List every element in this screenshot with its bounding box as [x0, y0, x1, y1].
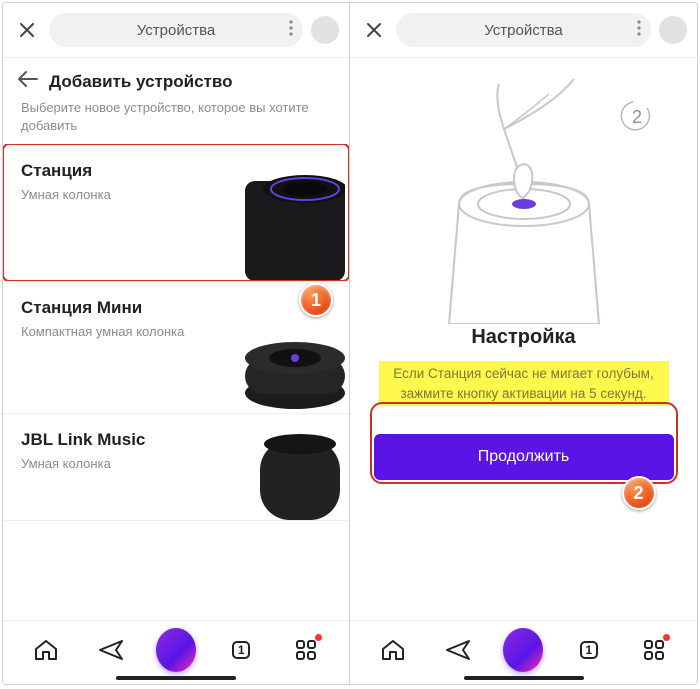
topbar: Устройства — [3, 3, 349, 57]
device-subtitle: Умная колонка — [21, 456, 145, 471]
step-badge-1: 1 — [299, 283, 333, 317]
device-subtitle: Умная колонка — [21, 187, 111, 202]
header-title: Устройства — [484, 22, 562, 39]
device-list: Станция Умная колонка 1 — [3, 144, 349, 620]
home-indicator — [464, 676, 584, 680]
header-pill[interactable]: Устройства — [396, 13, 651, 47]
device-name: Станция — [21, 161, 111, 181]
device-image — [209, 430, 349, 520]
setup-hint: Если Станция сейчас не мигает голубым, з… — [379, 361, 669, 406]
more-icon[interactable] — [637, 20, 641, 40]
device-subtitle: Компактная умная колонка — [21, 324, 184, 339]
bottom-nav: 1 — [3, 620, 349, 684]
page-instruction: Выберите новое устройство, которое вы хо… — [3, 99, 349, 144]
continue-button[interactable]: Продолжить — [374, 434, 674, 480]
bottom-nav: 1 — [350, 620, 697, 684]
avatar[interactable] — [311, 16, 339, 44]
device-card-station-mini[interactable]: Станция Мини Компактная умная колонка — [3, 281, 349, 413]
more-icon[interactable] — [289, 20, 293, 40]
page-subheader: Добавить устройство — [3, 58, 349, 99]
continue-button-highlight: Продолжить 2 — [374, 406, 674, 480]
device-image — [209, 161, 349, 281]
avatar[interactable] — [659, 16, 687, 44]
nav-apps-icon[interactable] — [634, 630, 674, 670]
nav-home-icon[interactable] — [373, 630, 413, 670]
device-image — [209, 298, 349, 413]
setup-body: 2 Настройка Если Станция сейч — [350, 58, 697, 620]
page-title: Добавить устройство — [49, 72, 232, 92]
device-card-jbl[interactable]: JBL Link Music Умная колонка — [3, 413, 349, 521]
nav-tabs-icon[interactable]: 1 — [569, 630, 609, 670]
tab-count: 1 — [586, 643, 593, 657]
tab-count: 1 — [238, 643, 245, 657]
nav-assistant-icon[interactable] — [503, 630, 543, 670]
step-badge-2: 2 — [622, 476, 656, 510]
close-icon[interactable] — [13, 16, 41, 44]
back-arrow-icon[interactable] — [17, 70, 39, 93]
nav-send-icon[interactable] — [438, 630, 478, 670]
svg-text:2: 2 — [632, 107, 642, 127]
close-icon[interactable] — [360, 16, 388, 44]
notification-dot-icon — [315, 634, 322, 641]
step-indicator: 2 — [617, 98, 657, 138]
home-indicator — [116, 676, 236, 680]
nav-assistant-icon[interactable] — [156, 630, 196, 670]
phone-right: Устройства 2 — [350, 3, 697, 684]
device-name: Станция Мини — [21, 298, 184, 318]
header-title: Устройства — [137, 22, 215, 39]
device-card-station[interactable]: Станция Умная колонка — [3, 144, 349, 281]
nav-tabs-icon[interactable]: 1 — [221, 630, 261, 670]
header-pill[interactable]: Устройства — [49, 13, 303, 47]
nav-home-icon[interactable] — [26, 630, 66, 670]
phone-left: Устройства Добавить устройство Выберите … — [3, 3, 350, 684]
setup-title: Настройка — [471, 326, 575, 349]
setup-illustration-icon — [404, 74, 644, 324]
topbar: Устройства — [350, 3, 697, 57]
device-name: JBL Link Music — [21, 430, 145, 450]
nav-apps-icon[interactable] — [286, 630, 326, 670]
notification-dot-icon — [663, 634, 670, 641]
nav-send-icon[interactable] — [91, 630, 131, 670]
